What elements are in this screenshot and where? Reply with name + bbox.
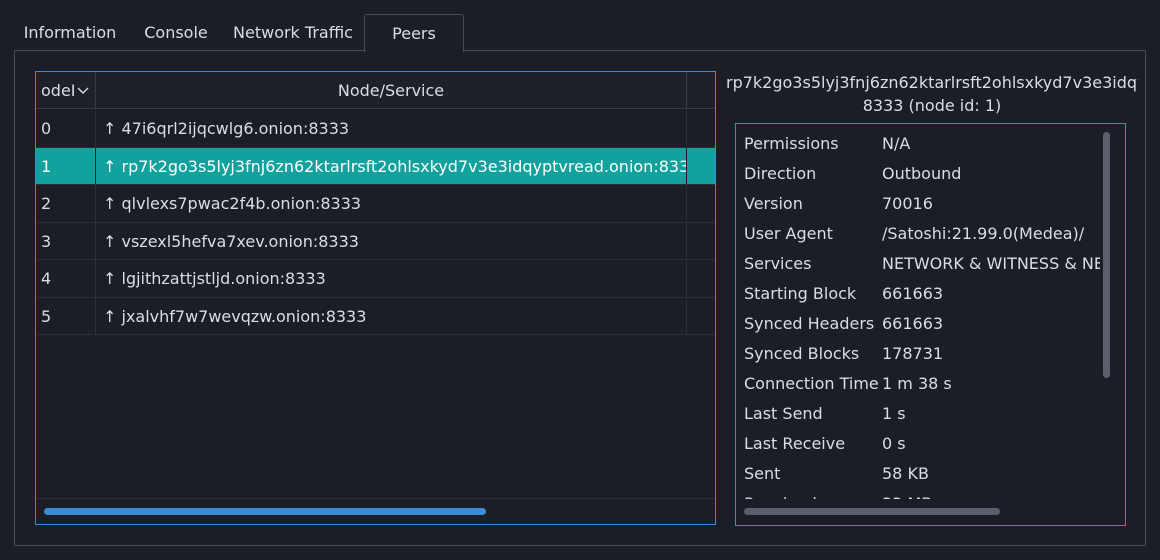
table-row[interactable]: 1 ↑ rp7k2go3s5lyj3fnj6zn62ktarlrsft2ohlsx… bbox=[36, 147, 715, 185]
detail-label: Last Receive bbox=[744, 434, 846, 453]
detail-label: Version bbox=[744, 194, 803, 213]
detail-row: Last Send 1 s bbox=[744, 399, 1100, 429]
detail-row: Last Receive 0 s bbox=[744, 429, 1100, 459]
tab-network-traffic[interactable]: Network Traffic bbox=[222, 14, 364, 51]
cell-node-id: 5 bbox=[36, 297, 96, 334]
cell-node-service: ↑ rp7k2go3s5lyj3fnj6zn62ktarlrsft2ohlsxk… bbox=[96, 147, 687, 184]
table-row[interactable]: 2 ↑ qlvlexs7pwac2f4b.onion:8333 bbox=[36, 185, 715, 223]
detail-value: 33 MB bbox=[882, 489, 1100, 499]
column-header-node-service[interactable]: Node/Service bbox=[96, 72, 687, 109]
details-vertical-scrollbar-thumb[interactable] bbox=[1103, 132, 1110, 378]
peer-title-port-node-id: 8333 (node id: 1) bbox=[862, 96, 1002, 115]
cell-node-id: 2 bbox=[36, 185, 96, 222]
detail-value: 0 s bbox=[882, 434, 906, 453]
detail-row: Connection Time 1 m 38 s bbox=[744, 369, 1100, 399]
table-header: odeI Node/Service bbox=[36, 72, 715, 109]
detail-label: User Agent bbox=[744, 224, 833, 243]
table-body: 0 ↑ 47i6qrl2ijqcwlg6.onion:8333 1 ↑ rp7k2go… bbox=[36, 110, 715, 335]
peer-details-list: Permissions N/A Direction Outbound Version 70… bbox=[744, 129, 1100, 499]
detail-value: /Satoshi:21.99.0(Medea)/ bbox=[882, 224, 1085, 243]
detail-label: Starting Block bbox=[744, 284, 857, 303]
tab-console[interactable]: Console bbox=[130, 14, 222, 51]
detail-value: 661663 bbox=[882, 314, 944, 333]
details-horizontal-scrollbar[interactable] bbox=[744, 508, 1100, 517]
cell-node-service: ↑ qlvlexs7pwac2f4b.onion:8333 bbox=[96, 185, 687, 222]
table-row[interactable]: 3 ↑ vszexl5hefva7xev.onion:8333 bbox=[36, 222, 715, 260]
detail-label: Direction bbox=[744, 164, 817, 183]
table-horizontal-scrollbar[interactable] bbox=[36, 498, 715, 524]
detail-row: Version 70016 bbox=[744, 189, 1100, 219]
detail-value: 70016 bbox=[882, 194, 933, 213]
tab-information[interactable]: Information bbox=[10, 14, 130, 51]
table-row[interactable]: 5 ↑ jxalvhf7w7wevqzw.onion:8333 bbox=[36, 297, 715, 335]
detail-value: 178731 bbox=[882, 344, 944, 363]
detail-label: Sent bbox=[744, 464, 781, 483]
tab-bar: Information Console Network Traffic Peer… bbox=[10, 14, 1150, 52]
detail-row: Direction Outbound bbox=[744, 159, 1100, 189]
detail-value: N/A bbox=[882, 134, 911, 153]
detail-value: Outbound bbox=[882, 164, 962, 183]
cell-node-id: 1 bbox=[36, 147, 96, 184]
detail-label: Permissions bbox=[744, 134, 839, 153]
sort-chevron-down-icon bbox=[76, 72, 90, 109]
peer-table[interactable]: odeI Node/Service 0 ↑ 47i6qrl2ijqcwlg6.on… bbox=[35, 71, 716, 525]
detail-label: Synced Headers bbox=[744, 314, 875, 333]
detail-label: Services bbox=[744, 254, 812, 273]
detail-row: Services NETWORK & WITNESS & NET bbox=[744, 249, 1100, 279]
detail-row: Sent 58 KB bbox=[744, 459, 1100, 489]
peer-title: rp7k2go3s5lyj3fnj6zn62ktarlrsft2ohlsxkyd… bbox=[726, 71, 1138, 121]
peer-title-address: rp7k2go3s5lyj3fnj6zn62ktarlrsft2ohlsxkyd… bbox=[726, 73, 1138, 92]
detail-row: Permissions N/A bbox=[744, 129, 1100, 159]
cell-node-service: ↑ vszexl5hefva7xev.onion:8333 bbox=[96, 222, 687, 259]
detail-row: User Agent/Satoshi:21.99.0(Medea)/ bbox=[744, 219, 1100, 249]
peer-details-panel[interactable]: Permissions N/A Direction Outbound Version 70… bbox=[735, 123, 1126, 526]
cell-node-service: ↑ lgjithzattjstljd.onion:8333 bbox=[96, 260, 687, 297]
cell-node-service: ↑ jxalvhf7w7wevqzw.onion:8333 bbox=[96, 297, 687, 334]
detail-label: Connection Time bbox=[744, 374, 879, 393]
column-header-node-id[interactable]: odeI bbox=[36, 72, 96, 109]
column-header-node-id-label: odeI bbox=[41, 81, 76, 100]
detail-row: Received33 MB bbox=[744, 489, 1100, 499]
table-row[interactable]: 4 ↑ lgjithzattjstljd.onion:8333 bbox=[36, 260, 715, 298]
table-horizontal-scrollbar-thumb[interactable] bbox=[44, 508, 486, 515]
cell-node-id: 0 bbox=[36, 110, 96, 147]
cell-node-id: 3 bbox=[36, 222, 96, 259]
detail-row: Synced Blocks 178731 bbox=[744, 339, 1100, 369]
detail-row: Starting Block 661663 bbox=[744, 279, 1100, 309]
detail-value: 1 m 38 s bbox=[882, 374, 952, 393]
detail-value: 661663 bbox=[882, 284, 944, 303]
tab-peers[interactable]: Peers bbox=[364, 14, 464, 52]
detail-value: 1 s bbox=[882, 404, 906, 423]
detail-row: Synced Headers 661663 bbox=[744, 309, 1100, 339]
cell-node-service: ↑ 47i6qrl2ijqcwlg6.onion:8333 bbox=[96, 110, 687, 147]
details-horizontal-scrollbar-thumb[interactable] bbox=[744, 508, 1000, 515]
detail-value: 58 KB bbox=[882, 464, 929, 483]
detail-label: Synced Blocks bbox=[744, 344, 860, 363]
detail-value: NETWORK & WITNESS & NET bbox=[882, 254, 1100, 273]
table-row[interactable]: 0 ↑ 47i6qrl2ijqcwlg6.onion:8333 bbox=[36, 110, 715, 148]
detail-label: Last Send bbox=[744, 404, 823, 423]
detail-label: Received bbox=[744, 489, 882, 499]
cell-node-id: 4 bbox=[36, 260, 96, 297]
details-vertical-scrollbar[interactable] bbox=[1103, 132, 1111, 498]
